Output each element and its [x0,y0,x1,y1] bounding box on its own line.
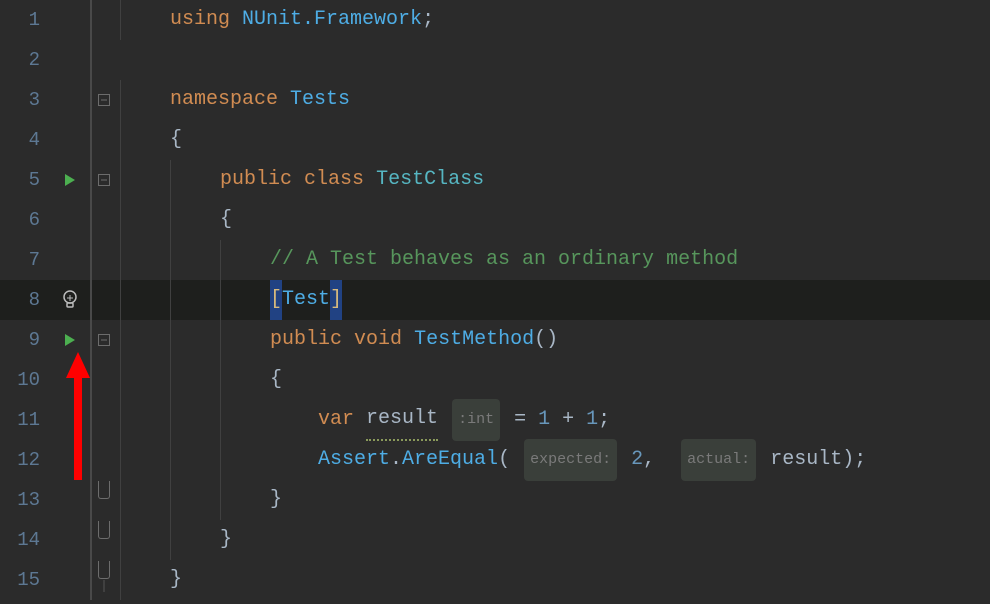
code-content[interactable]: [Test] [116,280,990,320]
editor-divider [90,240,92,280]
line-number: 11 [0,400,50,440]
editor-divider [90,400,92,440]
code-content[interactable]: using NUnit.Framework; [116,0,990,40]
code-content[interactable]: { [116,120,990,160]
line-number: 15 [0,560,50,600]
code-content[interactable]: public void TestMethod() [116,320,990,360]
editor-divider [90,0,92,40]
code-content[interactable]: Assert.AreEqual( expected: 2, actual: re… [116,439,990,481]
editor-divider [90,360,92,400]
editor-divider [90,280,92,320]
code-line[interactable]: 7 // A Test behaves as an ordinary metho… [0,240,990,280]
inlay-hint-param: actual: [681,439,756,481]
line-number: 2 [0,40,50,80]
code-content[interactable]: } [116,480,990,520]
line-number: 8 [0,280,50,320]
code-line[interactable]: 15 } [0,560,990,600]
fold-end-icon[interactable] [98,561,110,579]
code-editor[interactable]: 1 using NUnit.Framework; 2 3 namespace T… [0,0,990,604]
fold-column[interactable] [92,334,116,346]
code-content[interactable]: { [116,360,990,400]
fold-toggle-icon[interactable] [98,334,110,346]
line-number: 13 [0,480,50,520]
code-line[interactable]: 2 [0,40,990,80]
code-line[interactable]: 14 } [0,520,990,560]
fold-column[interactable] [92,174,116,186]
attribute-bracket: [ [270,280,282,320]
code-content[interactable]: var result :int = 1 + 1; [116,399,990,441]
code-content[interactable]: } [116,520,990,560]
fold-end-icon[interactable] [98,521,110,539]
code-content[interactable]: namespace Tests [116,80,990,120]
editor-divider [90,560,92,600]
line-number: 7 [0,240,50,280]
code-line-active[interactable]: 8 [Test] [0,280,990,320]
inlay-hint-type: :int [452,399,500,441]
line-number: 12 [0,440,50,480]
lightbulb-icon[interactable] [50,289,90,311]
code-line[interactable]: 3 namespace Tests [0,80,990,120]
editor-divider [90,440,92,480]
line-number: 10 [0,360,50,400]
code-content[interactable]: // A Test behaves as an ordinary method [116,240,990,280]
code-line[interactable]: 10 { [0,360,990,400]
line-number: 3 [0,80,50,120]
code-line[interactable]: 13 } [0,480,990,520]
line-number: 9 [0,320,50,360]
line-number: 1 [0,0,50,40]
fold-column[interactable] [92,94,116,106]
attribute-name: Test [282,280,330,320]
code-line[interactable]: 4 { [0,120,990,160]
code-line[interactable]: 6 { [0,200,990,240]
fold-toggle-icon[interactable] [98,94,110,106]
editor-divider [90,480,92,520]
inlay-hint-param: expected: [524,439,617,481]
code-line[interactable]: 9 public void TestMethod() [0,320,990,360]
fold-end-icon[interactable] [98,481,110,499]
code-line[interactable]: 1 using NUnit.Framework; [0,0,990,40]
fold-toggle-icon[interactable] [98,174,110,186]
line-number: 14 [0,520,50,560]
code-content[interactable]: } [116,560,990,600]
attribute-bracket: ] [330,280,342,320]
editor-divider [90,40,92,80]
code-content[interactable]: public class TestClass [116,160,990,200]
run-test-gutter-icon[interactable] [50,173,90,187]
code-line[interactable]: 5 public class TestClass [0,160,990,200]
code-line[interactable]: 11 var result :int = 1 + 1; [0,400,990,440]
editor-divider [90,200,92,240]
line-number: 6 [0,200,50,240]
editor-divider [90,520,92,560]
code-content[interactable]: { [116,200,990,240]
run-test-gutter-icon[interactable] [50,333,90,347]
line-number: 4 [0,120,50,160]
line-number: 5 [0,160,50,200]
code-line[interactable]: 12 Assert.AreEqual( expected: 2, actual:… [0,440,990,480]
editor-divider [90,120,92,160]
